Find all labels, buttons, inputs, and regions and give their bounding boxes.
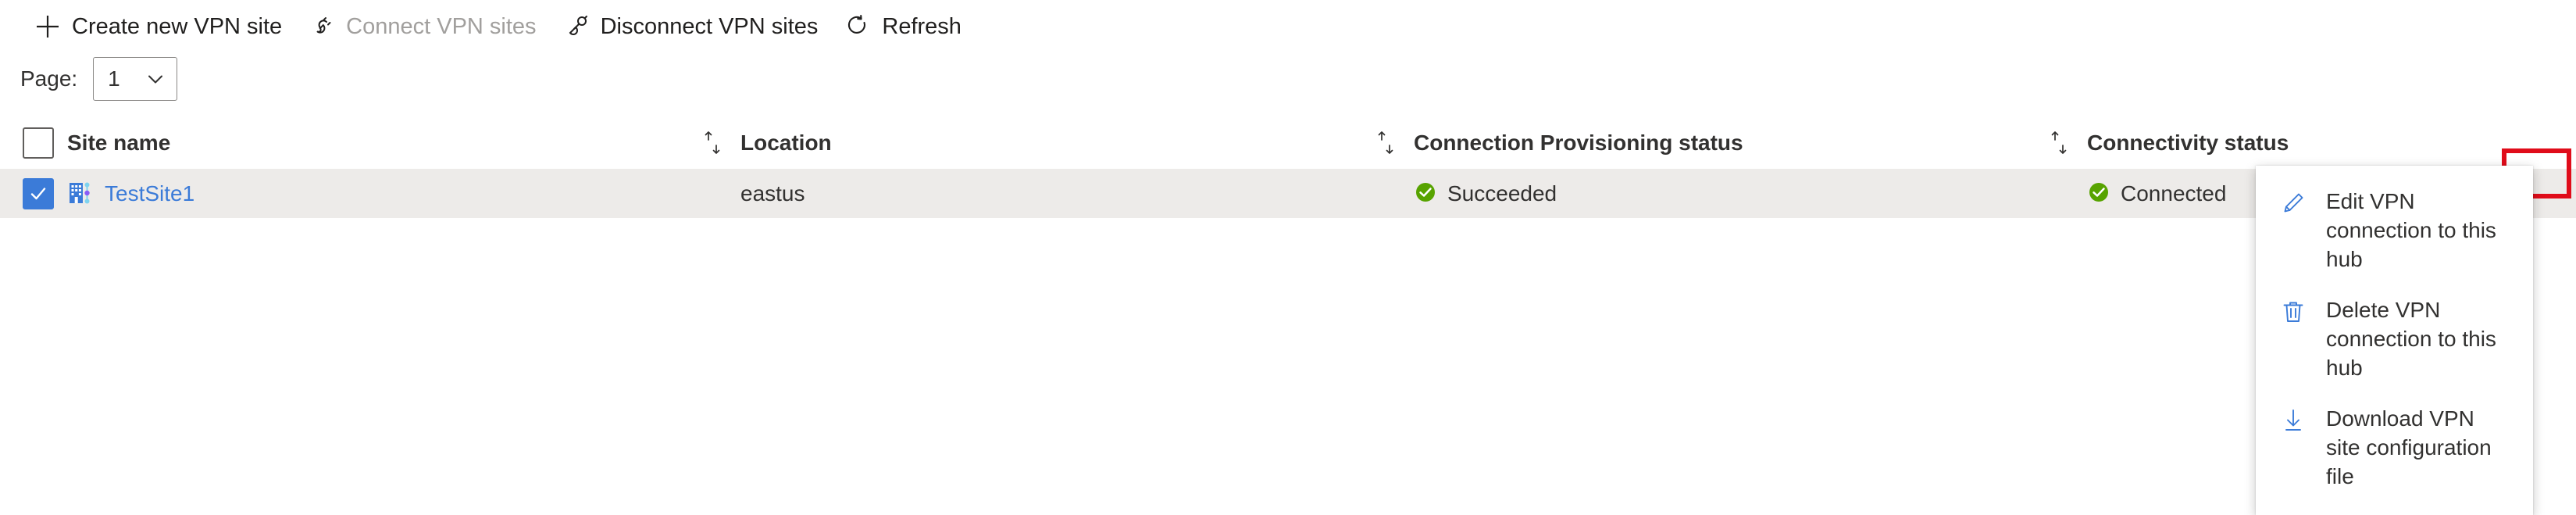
- menu-item-delete-vpn-connection[interactable]: Delete VPN connection to this hub: [2256, 285, 2533, 394]
- connect-vpn-sites-button[interactable]: Connect VPN sites: [301, 3, 555, 50]
- page-select[interactable]: 1: [93, 57, 178, 101]
- vpn-site-icon: [67, 179, 94, 209]
- create-new-vpn-site-button[interactable]: Create new VPN site: [27, 3, 301, 50]
- refresh-icon: [844, 13, 871, 40]
- refresh-button[interactable]: Refresh: [837, 3, 980, 50]
- sort-toggle-connectivity[interactable]: [2031, 130, 2087, 156]
- row-select-cell: [0, 178, 67, 209]
- column-header-site-name[interactable]: Site name: [67, 131, 684, 156]
- pager: Page: 1: [0, 53, 2576, 105]
- trash-icon: [2279, 298, 2307, 326]
- table-header-row: Site name Location Connection Provisioni…: [0, 117, 2576, 170]
- column-header-provisioning-status[interactable]: Connection Provisioning status: [1414, 131, 2031, 156]
- row-select-checkbox[interactable]: [23, 178, 54, 209]
- command-bar: Create new VPN site Connect VPN sites Di…: [0, 0, 2576, 53]
- disconnect-vpn-sites-label: Disconnect VPN sites: [600, 13, 819, 39]
- menu-item-edit-vpn-connection[interactable]: Edit VPN connection to this hub: [2256, 177, 2533, 285]
- menu-item-download-label: Download VPN site configuration file: [2326, 406, 2492, 488]
- refresh-label: Refresh: [882, 13, 962, 39]
- disconnect-vpn-sites-button[interactable]: Disconnect VPN sites: [555, 3, 837, 50]
- sort-arrows-icon: [2051, 131, 2067, 154]
- row-actions-context-menu: Edit VPN connection to this hub Delete V…: [2256, 166, 2533, 515]
- download-icon: [2279, 406, 2307, 435]
- sort-toggle-provisioning[interactable]: [1358, 130, 1414, 156]
- provisioning-status-value: Succeeded: [1447, 181, 1557, 206]
- menu-item-delete-label: Delete VPN connection to this hub: [2326, 297, 2496, 380]
- menu-item-download-config[interactable]: Download VPN site configuration file: [2256, 394, 2533, 502]
- vpn-sites-table: Site name Location Connection Provisioni…: [0, 117, 2576, 218]
- page-select-value: 1: [108, 66, 120, 91]
- success-check-icon: [1414, 181, 1437, 208]
- column-header-location[interactable]: Location: [740, 131, 1358, 156]
- table-row[interactable]: TestSite1 eastus Succeeded Connected: [0, 170, 2576, 218]
- connectivity-status-value: Connected: [2121, 181, 2227, 206]
- chevron-down-icon: [145, 69, 166, 89]
- plus-icon: [34, 13, 61, 40]
- connect-vpn-sites-label: Connect VPN sites: [346, 13, 537, 39]
- menu-item-edit-label: Edit VPN connection to this hub: [2326, 189, 2496, 271]
- site-name-link[interactable]: TestSite1: [67, 179, 194, 209]
- select-all-checkbox[interactable]: [23, 127, 54, 159]
- page-label: Page:: [20, 66, 78, 91]
- site-name-label: TestSite1: [105, 181, 195, 206]
- sort-toggle-location[interactable]: [684, 130, 740, 156]
- cell-provisioning-status: Succeeded: [1414, 181, 2031, 208]
- connect-plug-icon: [309, 13, 335, 40]
- cell-site-name: TestSite1: [67, 179, 684, 209]
- location-value: eastus: [740, 181, 805, 206]
- success-check-icon: [2087, 181, 2110, 208]
- disconnect-plug-icon: [563, 13, 590, 40]
- pencil-icon: [2279, 189, 2307, 217]
- select-all-cell: [0, 127, 67, 159]
- sort-arrows-icon: [1378, 131, 1393, 154]
- create-new-vpn-site-label: Create new VPN site: [72, 13, 283, 39]
- column-header-connectivity-status[interactable]: Connectivity status: [2087, 131, 2576, 156]
- sort-arrows-icon: [705, 131, 720, 154]
- cell-location: eastus: [740, 181, 1358, 206]
